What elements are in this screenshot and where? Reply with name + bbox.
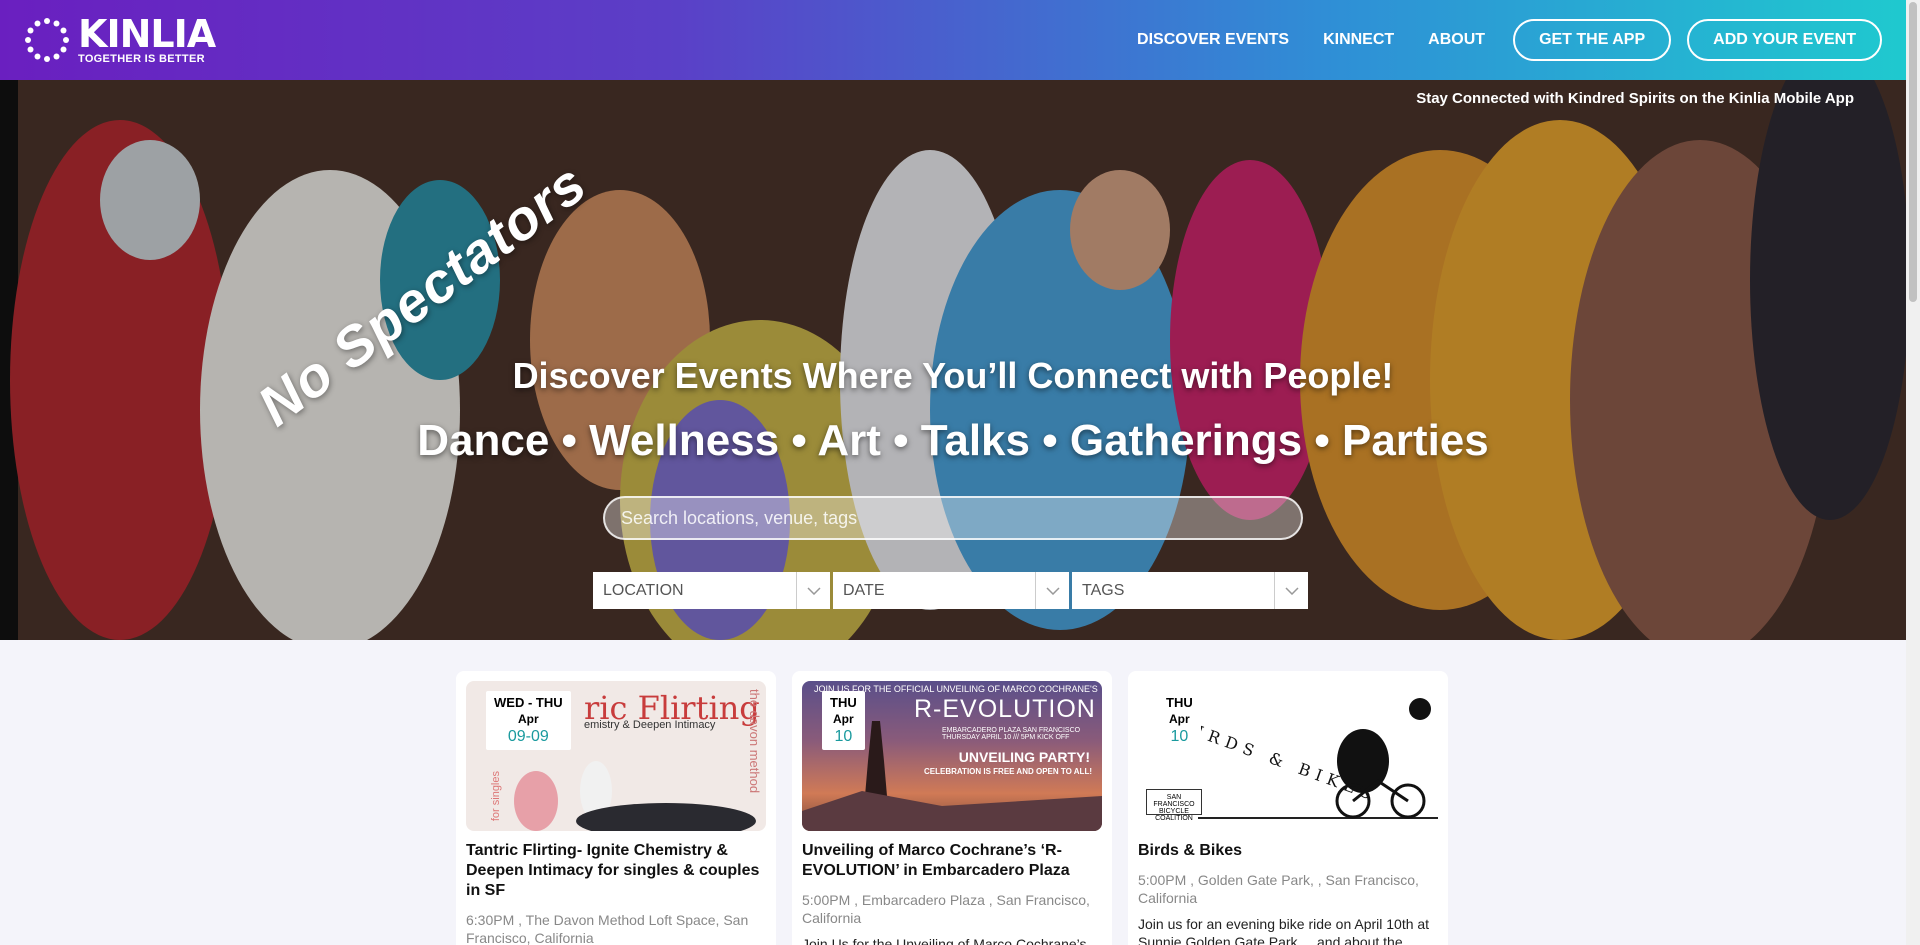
filter-bar: LOCATION DATE TAGS — [593, 572, 1308, 609]
event-image[interactable]: BIRDS & BIKES SAN FRANCISCO BICYCLE COAL… — [1138, 681, 1438, 831]
date-badge-day: THU — [830, 695, 857, 710]
date-badge: THU Apr 10 — [1158, 691, 1201, 750]
date-badge: WED - THU Apr 09-09 — [486, 691, 571, 750]
top-navbar: KINLIA TOGETHER IS BETTER DISCOVER EVENT… — [0, 0, 1906, 80]
nav-kinnect[interactable]: KINNECT — [1323, 31, 1394, 49]
event-title[interactable]: Birds & Bikes — [1138, 841, 1438, 861]
main-nav: DISCOVER EVENTS KINNECT ABOUT GET THE AP… — [1103, 19, 1882, 61]
chevron-down-icon — [1274, 572, 1308, 609]
date-select-label: DATE — [843, 581, 885, 599]
event-card[interactable]: ric Flirting emistry & Deepen Intimacy t… — [456, 671, 776, 945]
date-badge-day: THU — [1166, 695, 1193, 710]
tags-select[interactable]: TAGS — [1072, 572, 1308, 609]
event-time-location: 5:00PM , Embarcadero Plaza , San Francis… — [802, 892, 1090, 926]
nav-about[interactable]: ABOUT — [1428, 31, 1485, 49]
date-badge-month: Apr — [833, 712, 854, 726]
chevron-down-icon — [1035, 572, 1069, 609]
hero-headline: Discover Events Where You’ll Connect wit… — [512, 355, 1394, 396]
event-list: ric Flirting emistry & Deepen Intimacy t… — [456, 671, 1448, 945]
event-time-location: 5:00PM , Golden Gate Park, , San Francis… — [1138, 872, 1419, 906]
location-select[interactable]: LOCATION — [593, 572, 830, 609]
get-the-app-button[interactable]: GET THE APP — [1513, 19, 1672, 61]
date-badge-date: 10 — [1170, 728, 1189, 745]
chevron-down-icon — [796, 572, 830, 609]
brand-logo[interactable]: KINLIA TOGETHER IS BETTER — [24, 11, 216, 65]
date-badge: THU Apr 10 — [822, 691, 865, 750]
brand-tagline: TOGETHER IS BETTER — [78, 52, 205, 65]
kinlia-ring-icon — [25, 18, 69, 62]
date-select[interactable]: DATE — [833, 572, 1069, 609]
event-title[interactable]: Tantric Flirting- Ignite Chemistry & Dee… — [466, 841, 766, 901]
event-card[interactable]: BIRDS & BIKES SAN FRANCISCO BICYCLE COAL… — [1128, 671, 1448, 945]
event-description: Join Us for the Unveiling of Marco Cochr… — [802, 936, 1087, 945]
event-image[interactable]: JOIN US FOR THE OFFICIAL UNVEILING OF MA… — [802, 681, 1102, 831]
event-image[interactable]: ric Flirting emistry & Deepen Intimacy t… — [466, 681, 766, 831]
date-badge-month: Apr — [1169, 712, 1190, 726]
date-badge-day: WED - THU — [494, 695, 563, 710]
scrollbar-thumb[interactable] — [1909, 2, 1917, 302]
tags-select-label: TAGS — [1082, 581, 1125, 599]
event-time-location: 6:30PM , The Davon Method Loft Space, Sa… — [466, 912, 749, 945]
date-badge-date: 10 — [834, 728, 853, 745]
hero-section: Stay Connected with Kindred Spirits on t… — [0, 80, 1906, 640]
date-badge-date: 09-09 — [507, 728, 549, 745]
nav-discover-events[interactable]: DISCOVER EVENTS — [1137, 31, 1289, 49]
date-badge-month: Apr — [517, 712, 539, 726]
event-card[interactable]: JOIN US FOR THE OFFICIAL UNVEILING OF MA… — [792, 671, 1112, 945]
app-promo-text[interactable]: Stay Connected with Kindred Spirits on t… — [1416, 90, 1854, 107]
event-title[interactable]: Unveiling of Marco Cochrane’s ‘R-EVOLUTI… — [802, 841, 1102, 881]
page-scrollbar[interactable] — [1906, 0, 1920, 945]
search-input[interactable] — [603, 496, 1303, 540]
hero-categories: Dance • Wellness • Art • Talks • Gatheri… — [417, 416, 1489, 465]
brand-name: KINLIA — [78, 11, 216, 56]
add-your-event-button[interactable]: ADD YOUR EVENT — [1687, 19, 1882, 61]
event-description: Join us for an evening bike ride on Apri… — [1138, 916, 1430, 945]
location-select-label: LOCATION — [603, 581, 684, 599]
